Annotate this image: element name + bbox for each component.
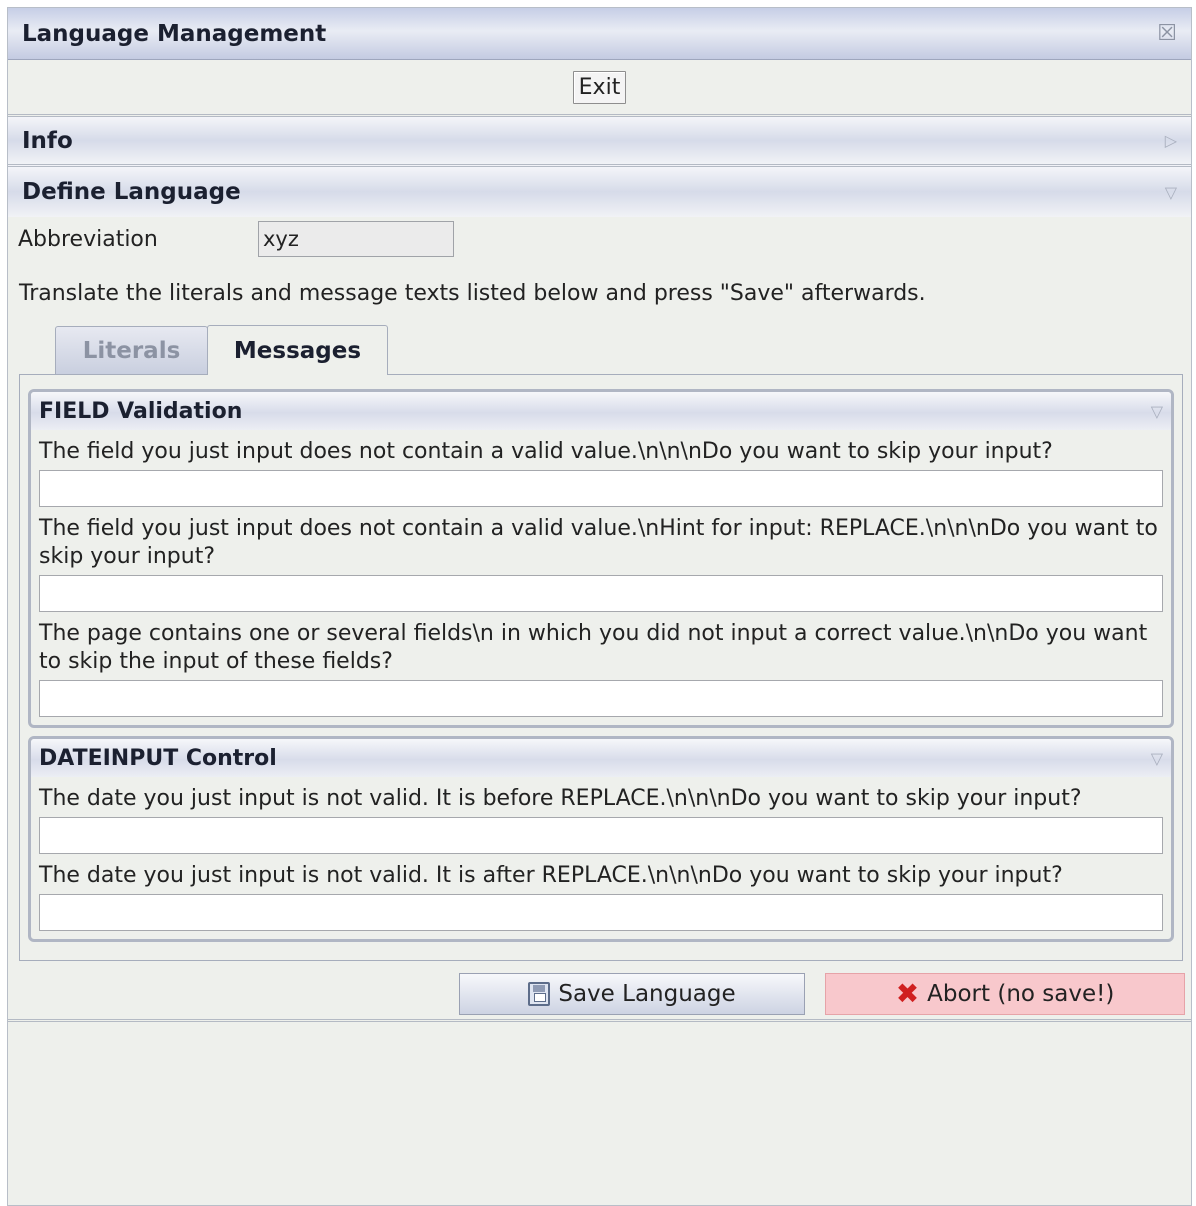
action-bar: Save Language ✖ Abort (no save!) xyxy=(8,961,1191,1022)
translation-input[interactable] xyxy=(39,894,1163,931)
group-title: FIELD Validation xyxy=(39,398,243,424)
abbreviation-label: Abbreviation xyxy=(18,226,158,252)
translation-input[interactable] xyxy=(39,470,1163,507)
exit-button[interactable]: Exit xyxy=(572,70,627,104)
triangle-right-icon: ▷ xyxy=(1164,131,1177,150)
abort-button[interactable]: ✖ Abort (no save!) xyxy=(825,973,1185,1015)
define-language-section-title: Define Language xyxy=(22,179,241,205)
abbreviation-field[interactable] xyxy=(258,221,454,257)
field-validation-header[interactable]: FIELD Validation ▽ xyxy=(31,392,1171,430)
group-title: DATEINPUT Control xyxy=(39,745,277,771)
triangle-down-icon: ▽ xyxy=(1150,748,1163,768)
red-x-icon: ✖ xyxy=(895,977,920,1010)
message-text: The field you just input does not contai… xyxy=(39,516,1158,569)
abort-label: Abort (no save!) xyxy=(927,981,1115,1007)
tab-strip: Literals Messages xyxy=(8,325,1191,375)
exit-bar: Exit xyxy=(8,60,1191,117)
info-section-header[interactable]: Info ▷ xyxy=(8,117,1191,167)
abbreviation-row: Abbreviation xyxy=(8,217,1191,261)
close-icon[interactable]: ☒ xyxy=(1157,22,1177,45)
define-language-section-header[interactable]: Define Language ▽ xyxy=(8,167,1191,217)
message-text: The date you just input is not valid. It… xyxy=(39,786,1082,811)
language-management-window: Language Management ☒ Exit Info ▷ Define… xyxy=(7,7,1192,1206)
translation-input[interactable] xyxy=(39,680,1163,717)
message-text: The field you just input does not contai… xyxy=(39,439,1053,464)
message-text: The date you just input is not valid. It… xyxy=(39,863,1063,888)
dateinput-control-group: DATEINPUT Control ▽ The date you just in… xyxy=(28,736,1174,942)
info-section-title: Info xyxy=(22,127,73,154)
instruction-text: Translate the literals and message texts… xyxy=(19,281,926,306)
translation-input[interactable] xyxy=(39,575,1163,612)
save-language-button[interactable]: Save Language xyxy=(459,973,805,1015)
dateinput-control-header[interactable]: DATEINPUT Control ▽ xyxy=(31,739,1171,777)
translation-input[interactable] xyxy=(39,817,1163,854)
tab-literals[interactable]: Literals xyxy=(55,326,208,374)
field-validation-group: FIELD Validation ▽ The field you just in… xyxy=(28,389,1174,728)
window-titlebar: Language Management ☒ xyxy=(8,8,1191,60)
triangle-down-icon: ▽ xyxy=(1150,401,1163,421)
message-text: The page contains one or several fields\… xyxy=(39,621,1148,674)
tab-messages[interactable]: Messages xyxy=(207,325,388,375)
floppy-disk-icon xyxy=(528,982,551,1006)
window-title: Language Management xyxy=(22,20,327,47)
messages-tab-panel: FIELD Validation ▽ The field you just in… xyxy=(19,374,1183,961)
triangle-down-icon: ▽ xyxy=(1164,182,1177,202)
save-language-label: Save Language xyxy=(558,981,736,1007)
